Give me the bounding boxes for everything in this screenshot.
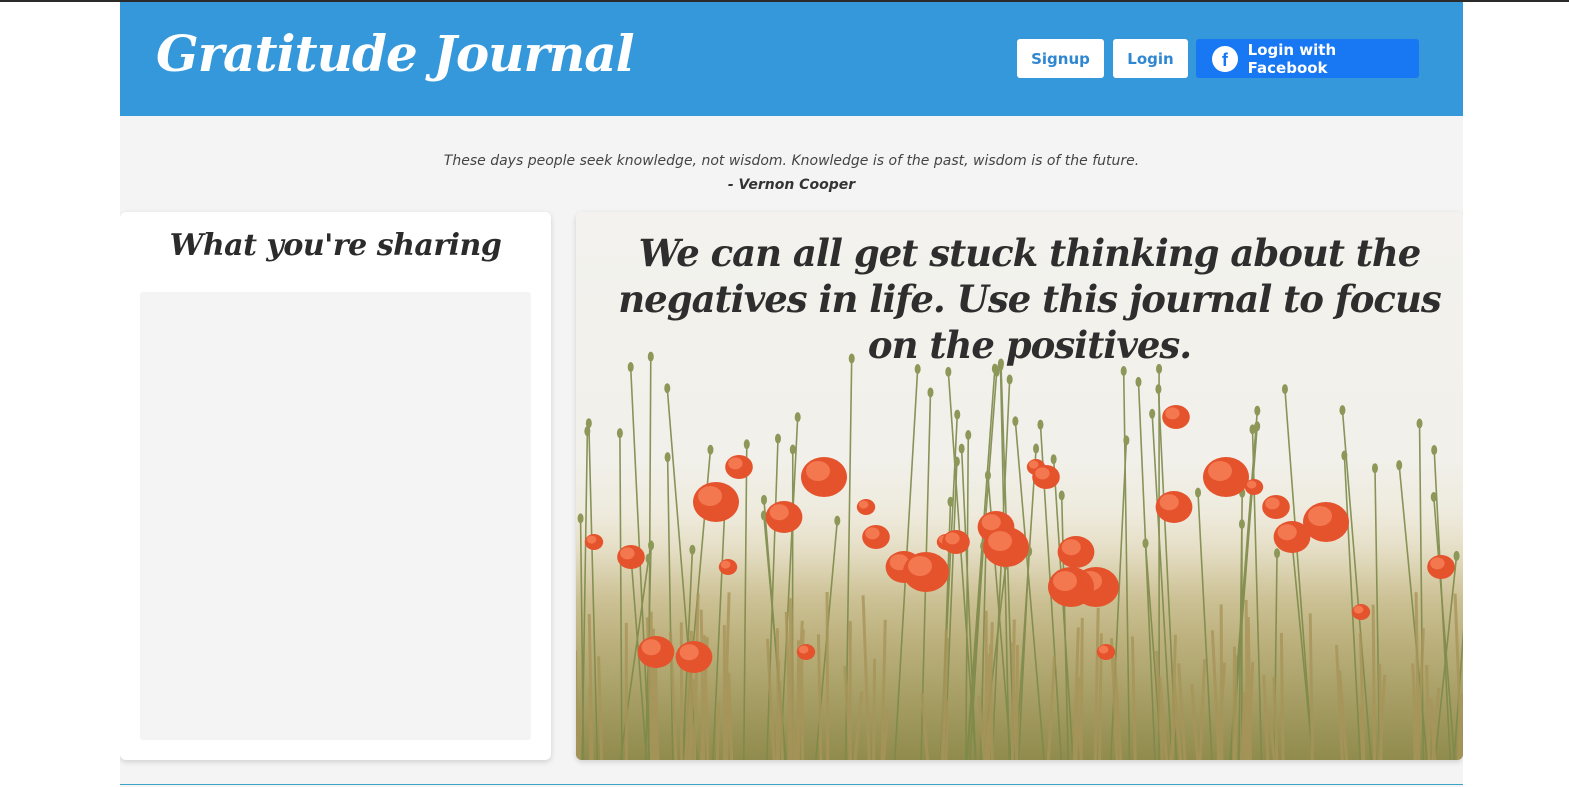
signup-button[interactable]: Signup bbox=[1017, 39, 1104, 78]
app-container: Gratitude Journal Signup Login f Login w… bbox=[120, 2, 1463, 787]
quote-author: - Vernon Cooper bbox=[727, 177, 856, 193]
hero-banner: We can all get stuck thinking about the … bbox=[576, 212, 1463, 760]
sharing-title: What you're sharing bbox=[169, 228, 502, 263]
facebook-login-button[interactable]: f Login with Facebook bbox=[1196, 39, 1419, 78]
sharing-content-area bbox=[140, 292, 531, 740]
facebook-login-label: Login with Facebook bbox=[1247, 40, 1337, 77]
quote-text: These days people seek knowledge, not wi… bbox=[443, 153, 1140, 169]
header-bar: Gratitude Journal Signup Login f Login w… bbox=[120, 2, 1463, 116]
sharing-card: What you're sharing bbox=[120, 212, 551, 760]
footer-divider bbox=[120, 784, 1463, 785]
hero-tagline: We can all get stuck thinking about the … bbox=[618, 231, 1441, 367]
login-button[interactable]: Login bbox=[1113, 39, 1188, 78]
facebook-icon: f bbox=[1212, 45, 1238, 72]
brand-logo[interactable]: Gratitude Journal bbox=[156, 18, 635, 90]
daily-quote: These days people seek knowledge, not wi… bbox=[120, 149, 1463, 197]
